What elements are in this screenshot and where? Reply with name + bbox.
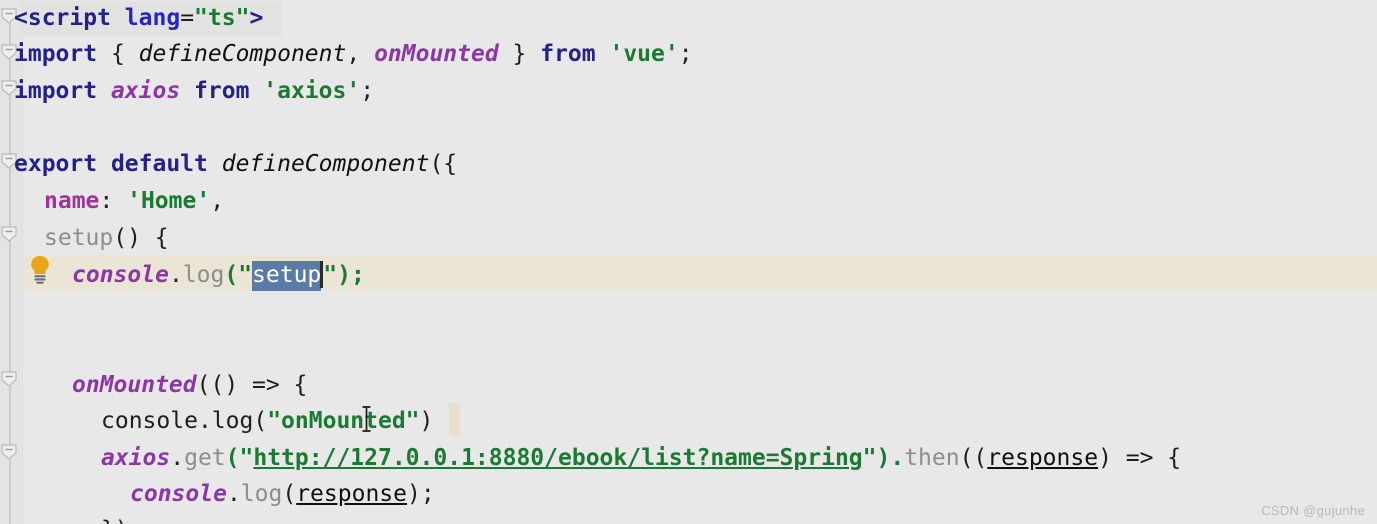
token-export-kw: export xyxy=(14,151,98,177)
token-onmounted-rest: (() => { xyxy=(196,372,308,398)
code-line-6[interactable]: name: 'Home', xyxy=(44,183,224,219)
token-setup-fn: setup xyxy=(44,225,114,251)
token-open-quote-3: (" xyxy=(225,445,254,471)
token-dot-2: . xyxy=(197,408,212,434)
token-request-url[interactable]: http://127.0.0.1:8880/ebook/list?name=Sp… xyxy=(253,445,862,471)
token-response-param: response xyxy=(987,445,1099,471)
token-comma: , xyxy=(346,41,375,67)
token-axios-obj: axios xyxy=(101,445,171,471)
code-line-15[interactable]: }); xyxy=(101,512,143,524)
code-editor-screenshot: <script lang="ts"> import { defineCompon… xyxy=(0,0,1377,524)
token-default-kw: default xyxy=(97,151,222,177)
token-close-block: }); xyxy=(101,517,143,524)
token-vue-module: 'vue' xyxy=(595,41,679,67)
code-line-2[interactable]: import { defineComponent, onMounted } fr… xyxy=(14,36,693,72)
token-semicolon-2: ; xyxy=(360,78,375,104)
token-get-fn: get xyxy=(184,445,226,471)
token-dot: . xyxy=(168,262,183,288)
code-content[interactable]: <script lang="ts"> import { defineCompon… xyxy=(0,0,1377,524)
token-log-fn-3: log xyxy=(240,481,283,507)
token-script-tag: <script xyxy=(14,5,111,31)
selected-text-setup[interactable]: setup xyxy=(252,261,322,291)
token-arrow-3: ) => { xyxy=(1098,445,1182,471)
token-brace-open: { xyxy=(97,41,139,67)
token-console-obj: console xyxy=(72,262,169,288)
code-line-3[interactable]: import axios from 'axios'; xyxy=(14,73,374,109)
code-line-12[interactable]: console.log("onMounted") xyxy=(101,403,433,439)
token-lang-attr: lang xyxy=(124,5,181,31)
code-line-13[interactable]: axios.get("http://127.0.0.1:8880/ebook/l… xyxy=(101,440,1181,476)
token-close-4: ); xyxy=(406,481,435,507)
token-console-obj-3: console xyxy=(130,481,227,507)
token-open-quote: (" xyxy=(224,262,253,288)
token-definecomponent-call: defineComponent xyxy=(221,151,430,177)
token-mid-3: "). xyxy=(862,445,905,471)
token-console-obj-2: console xyxy=(101,408,198,434)
token-onmounted-string: "onMounted" xyxy=(267,408,420,434)
token-name-key: name xyxy=(44,188,100,214)
token-tag-close: > xyxy=(249,5,264,31)
token-colon: : xyxy=(99,188,128,214)
token-equals: = xyxy=(180,5,195,31)
token-then-fn: then xyxy=(904,445,960,471)
token-comma-2: , xyxy=(210,188,225,214)
token-close-paren-2: ) xyxy=(419,408,434,434)
token-close-quote: "); xyxy=(323,262,365,288)
token-brace-close: } xyxy=(498,41,541,67)
token-definecomponent: defineComponent xyxy=(138,41,347,67)
token-ts-value: "ts" xyxy=(194,5,250,31)
token-dot-4: . xyxy=(226,481,241,507)
token-dot-3: . xyxy=(170,445,185,471)
code-line-8[interactable]: console.log("setup"); xyxy=(72,257,365,293)
token-onmounted-call: onMounted xyxy=(72,372,197,398)
token-response-arg: response xyxy=(296,481,407,507)
watermark-text: CSDN @gujunhe xyxy=(1261,503,1365,518)
token-paren-2: ( xyxy=(253,408,268,434)
code-line-5[interactable]: export default defineComponent({ xyxy=(14,146,457,182)
token-from-kw: from xyxy=(540,41,596,67)
token-onmounted: onMounted xyxy=(374,41,499,67)
token-from-kw-2: from xyxy=(194,78,250,104)
token-import-kw: import xyxy=(14,41,98,67)
token-import-kw-2: import xyxy=(14,78,98,104)
code-line-11[interactable]: onMounted(() => { xyxy=(72,367,307,403)
token-semicolon: ; xyxy=(678,41,693,67)
token-log-fn: log xyxy=(182,262,225,288)
token-paren-4: ( xyxy=(282,481,297,507)
token-axios-module: 'axios' xyxy=(249,78,361,104)
code-line-1[interactable]: <script lang="ts"> xyxy=(14,0,263,36)
token-setup-rest: () { xyxy=(113,225,169,251)
token-log-fn-2: log xyxy=(211,408,254,434)
token-paren-3: (( xyxy=(959,445,988,471)
code-line-14[interactable]: console.log(response); xyxy=(130,476,435,512)
token-home-value: 'Home' xyxy=(127,188,211,214)
code-line-7[interactable]: setup() { xyxy=(44,220,169,256)
mouse-ibeam-cursor xyxy=(361,406,372,432)
token-axios-ident: axios xyxy=(97,78,195,104)
inline-hint-box xyxy=(449,403,460,436)
token-open-brace: ({ xyxy=(429,151,458,177)
